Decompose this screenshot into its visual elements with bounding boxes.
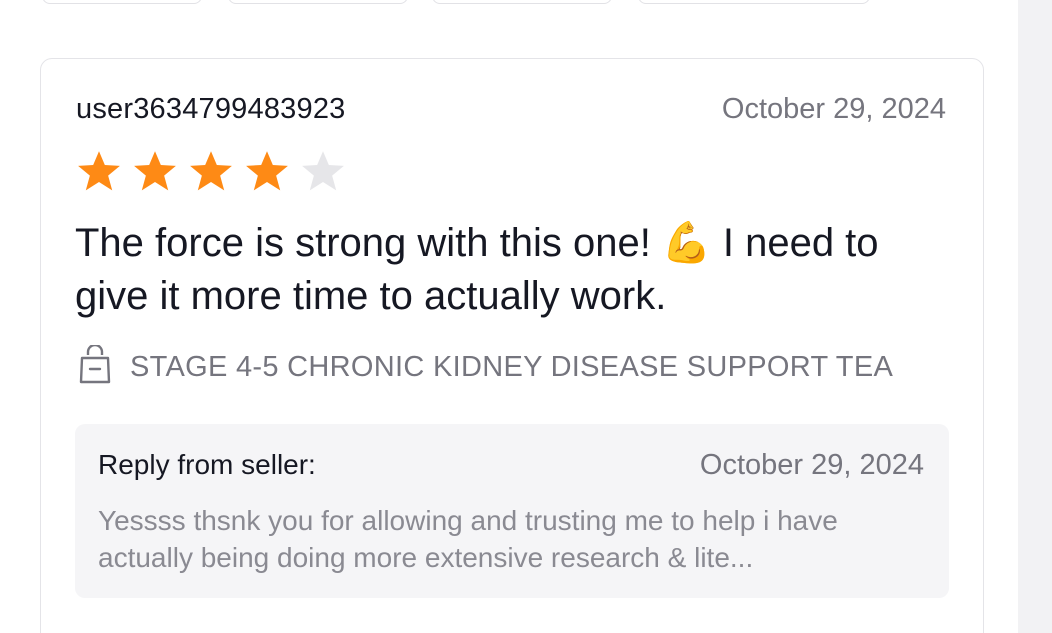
review-card: user3634799483923 October 29, 2024 The f…	[40, 58, 984, 633]
filter-chip[interactable]	[228, 0, 408, 4]
filter-chips-row	[0, 0, 1000, 4]
review-date: October 29, 2024	[721, 93, 946, 125]
reviewer-username[interactable]: user3634799483923	[76, 93, 345, 126]
product-name: STAGE 4-5 CHRONIC KIDNEY DISEASE SUPPORT…	[130, 351, 894, 383]
seller-reply: Reply from seller: October 29, 2024 Yess…	[75, 424, 949, 598]
filter-chip[interactable]	[638, 0, 870, 4]
shopping-bag-icon	[78, 343, 112, 390]
star-empty-icon	[299, 149, 347, 193]
star-filled-icon	[187, 149, 235, 193]
star-rating	[75, 149, 347, 193]
seller-reply-label: Reply from seller:	[98, 449, 316, 480]
reviews-page: user3634799483923 October 29, 2024 The f…	[0, 0, 1052, 633]
star-filled-icon	[75, 149, 123, 193]
star-filled-icon	[243, 149, 291, 193]
seller-reply-text[interactable]: Yessss thsnk you for allowing and trusti…	[98, 502, 928, 576]
filter-chip[interactable]	[432, 0, 612, 4]
side-panel-strip	[1018, 0, 1052, 633]
seller-reply-date: October 29, 2024	[699, 449, 924, 481]
product-link[interactable]: STAGE 4-5 CHRONIC KIDNEY DISEASE SUPPORT…	[78, 343, 894, 390]
star-filled-icon	[131, 149, 179, 193]
filter-chip[interactable]	[42, 0, 202, 4]
review-text: The force is strong with this one! 💪 I n…	[75, 221, 879, 318]
